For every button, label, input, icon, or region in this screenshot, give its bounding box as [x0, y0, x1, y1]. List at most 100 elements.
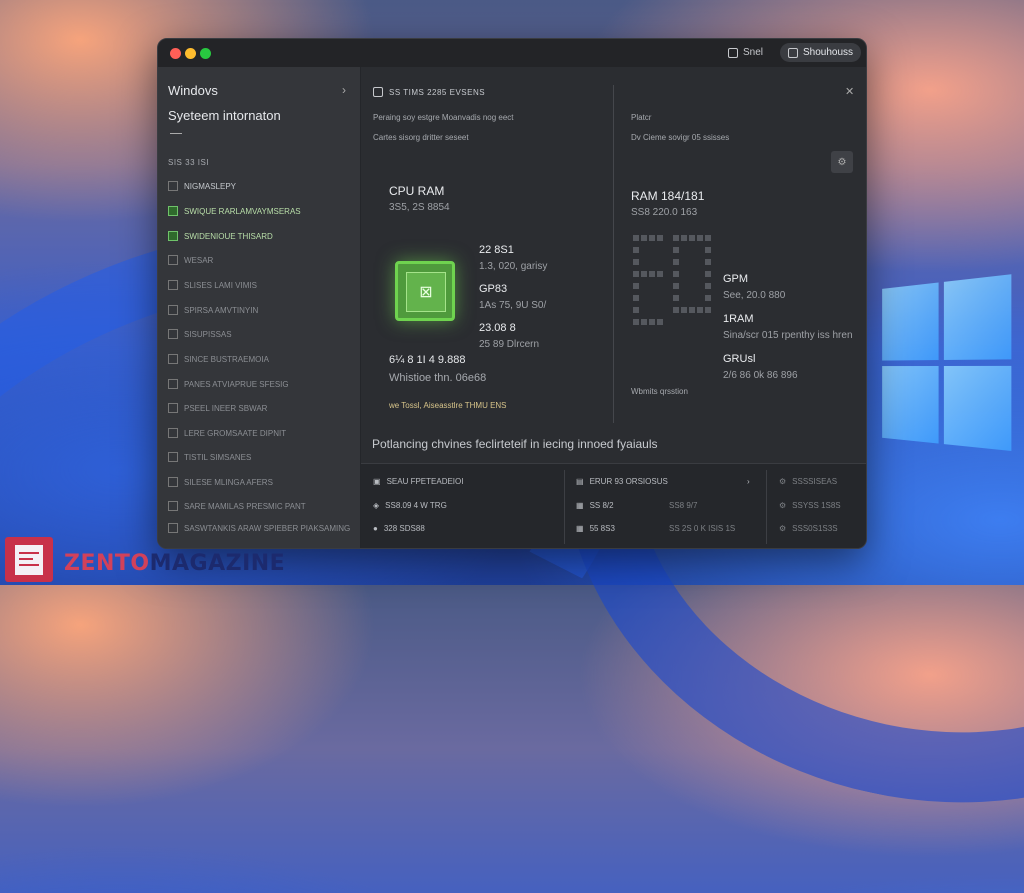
- cpu-summary-detail: Whistioe thn. 06e68: [389, 372, 486, 384]
- notes-label: Snel: [743, 47, 763, 58]
- grid-cell: [641, 235, 647, 241]
- grid-cell: [697, 307, 703, 313]
- ram-stat-value: GRUsl: [723, 353, 755, 365]
- cpu-stat-detail: 25 89 Dlrcern: [479, 339, 539, 350]
- ram-stat-value: 1RAM: [723, 313, 754, 325]
- ram-caption: Wbmits qrsstion: [631, 387, 688, 396]
- cpu-stat-value: 23.08 8: [479, 322, 516, 334]
- bottom-item[interactable]: ▣ SEAU FPETEADEIOI: [373, 477, 463, 486]
- shortcuts-button[interactable]: Shouhouss: [780, 43, 861, 62]
- item-icon: [168, 452, 178, 462]
- monitor-icon: ▣: [373, 477, 381, 486]
- sidebar-item[interactable]: SARE MAMILAS PRESMIC PANT: [168, 499, 306, 513]
- grid-cell: [689, 307, 695, 313]
- ram-stat-detail: See, 20.0 880: [723, 290, 785, 301]
- bottom-item[interactable]: ● 328 SDS88: [373, 524, 425, 533]
- close-window-button[interactable]: [170, 48, 181, 59]
- bottom-item[interactable]: ◈ SS8.09 4 W TRG: [373, 501, 447, 510]
- title-bar: Snel Shouhouss: [158, 39, 866, 67]
- item-icon: [168, 255, 178, 265]
- sidebar-item[interactable]: SWIQUE RARLAMVAYMSERAS: [168, 204, 301, 218]
- grid-cell: [633, 295, 639, 301]
- cpu-stat-value: GP83: [479, 283, 507, 295]
- item-icon: [168, 206, 178, 216]
- chevron-right-icon[interactable]: ›: [747, 477, 750, 486]
- settings-button[interactable]: ⚙: [831, 151, 853, 173]
- sidebar-item[interactable]: TISTIL SIMSANES: [168, 450, 251, 464]
- memory-grid-icon: [633, 235, 713, 335]
- sidebar-item[interactable]: PSEEL INEER SBWAR: [168, 401, 267, 415]
- grid-cell: [633, 283, 639, 289]
- bottom-item[interactable]: ▤ ERUR 93 ORSIOSUS: [576, 477, 668, 486]
- sidebar-item[interactable]: SISUPISSAS: [168, 327, 232, 341]
- item-icon: [168, 329, 178, 339]
- grid-cell: [633, 307, 639, 313]
- user-icon: ●: [373, 524, 378, 533]
- grid-cell: [673, 307, 679, 313]
- description-line: Platcr: [631, 113, 651, 122]
- grid-cell: [657, 319, 663, 325]
- description-line: Cartes sisorg dritter seseet: [373, 133, 469, 142]
- cpu-subtitle: 3S5, 2S 8854: [389, 202, 450, 213]
- system-info-window: Snel Shouhouss Windovs › Syeteem intorna…: [157, 38, 867, 549]
- grid-cell: [705, 295, 711, 301]
- grid-cell: [673, 235, 679, 241]
- chip-icon: [373, 87, 383, 97]
- windows-logo: [882, 274, 1015, 460]
- item-icon: [168, 403, 178, 413]
- bottom-item[interactable]: ⚙ SSYSS 1S8S: [779, 501, 841, 510]
- grid-cell: [649, 319, 655, 325]
- bottom-item[interactable]: ▦ 55 8S3: [576, 524, 615, 533]
- grid-cell: [649, 271, 655, 277]
- grid-cell: [641, 319, 647, 325]
- grid-cell: [673, 295, 679, 301]
- cpu-stat-value: 22 8S1: [479, 244, 514, 256]
- sidebar-item[interactable]: SASWTANKIS ARAW SPIEBER PIAKSAMING: [168, 521, 350, 535]
- grid-cell: [697, 235, 703, 241]
- headset-icon: [788, 48, 798, 58]
- sidebar: Windovs › Syeteem intornaton SIS 33 ISI …: [158, 67, 361, 548]
- grid-cell: [681, 307, 687, 313]
- grid-cell: [689, 235, 695, 241]
- item-icon: [168, 231, 178, 241]
- sidebar-item[interactable]: LERE GROMSAATE DIPNIT: [168, 426, 286, 440]
- bottom-item[interactable]: ⚙ SSS0S1S3S: [779, 524, 838, 533]
- gear-icon: ⚙: [779, 477, 786, 486]
- sidebar-item[interactable]: WESAR: [168, 253, 213, 267]
- grid-cell: [673, 283, 679, 289]
- bottom-item[interactable]: ▦ SS 8/2: [576, 501, 614, 510]
- chip-icon: ▦: [576, 501, 584, 510]
- grid-cell: [657, 271, 663, 277]
- notes-button[interactable]: Snel: [728, 47, 763, 58]
- description-line: Dv Cieme sovigr 05 ssisses: [631, 133, 729, 142]
- sidebar-item[interactable]: SINCE BUSTRAEMOIA: [168, 352, 269, 366]
- bottom-item[interactable]: ⚙ SSSSISEAS: [779, 477, 837, 486]
- grid-icon: ▦: [576, 524, 584, 533]
- sidebar-item[interactable]: SPIRSA AMVTINYIN: [168, 303, 258, 317]
- brand-watermark: ZENTOMAGAZINE: [0, 536, 240, 585]
- magazine-logo-icon: [5, 537, 53, 582]
- maximize-window-button[interactable]: [200, 48, 211, 59]
- grid-cell: [657, 235, 663, 241]
- close-icon[interactable]: ✕: [845, 85, 854, 98]
- ram-subtitle: SS8 220.0 163: [631, 207, 697, 218]
- grid-cell: [633, 271, 639, 277]
- chevron-right-icon[interactable]: ›: [342, 83, 346, 97]
- gear-icon: ⚙: [838, 157, 847, 168]
- grid-cell: [705, 259, 711, 265]
- sidebar-section-label: SIS 33 ISI: [168, 158, 209, 167]
- ram-stat-detail: Sina/scr 015 rpenthy iss hren: [723, 330, 853, 341]
- footer-text: Potlancing chvines feclirteteif in iecin…: [372, 437, 658, 451]
- grid-cell: [705, 271, 711, 277]
- divider: [170, 133, 182, 134]
- sidebar-item[interactable]: SILESE MLINGA AFERS: [168, 475, 273, 489]
- sidebar-item[interactable]: PANES ATVIAPRUE SFESIG: [168, 377, 289, 391]
- sidebar-item[interactable]: SWIDENIOUE THISARD: [168, 229, 273, 243]
- sidebar-item[interactable]: SLISES LAMI VIMIS: [168, 278, 257, 292]
- sidebar-subtitle: Syeteem intornaton: [168, 108, 281, 123]
- item-icon: [168, 477, 178, 487]
- sidebar-item[interactable]: NIGMASLEPY: [168, 179, 236, 193]
- minimize-window-button[interactable]: [185, 48, 196, 59]
- brand-name: ZENTOMAGAZINE: [64, 551, 285, 576]
- grid-cell: [705, 247, 711, 253]
